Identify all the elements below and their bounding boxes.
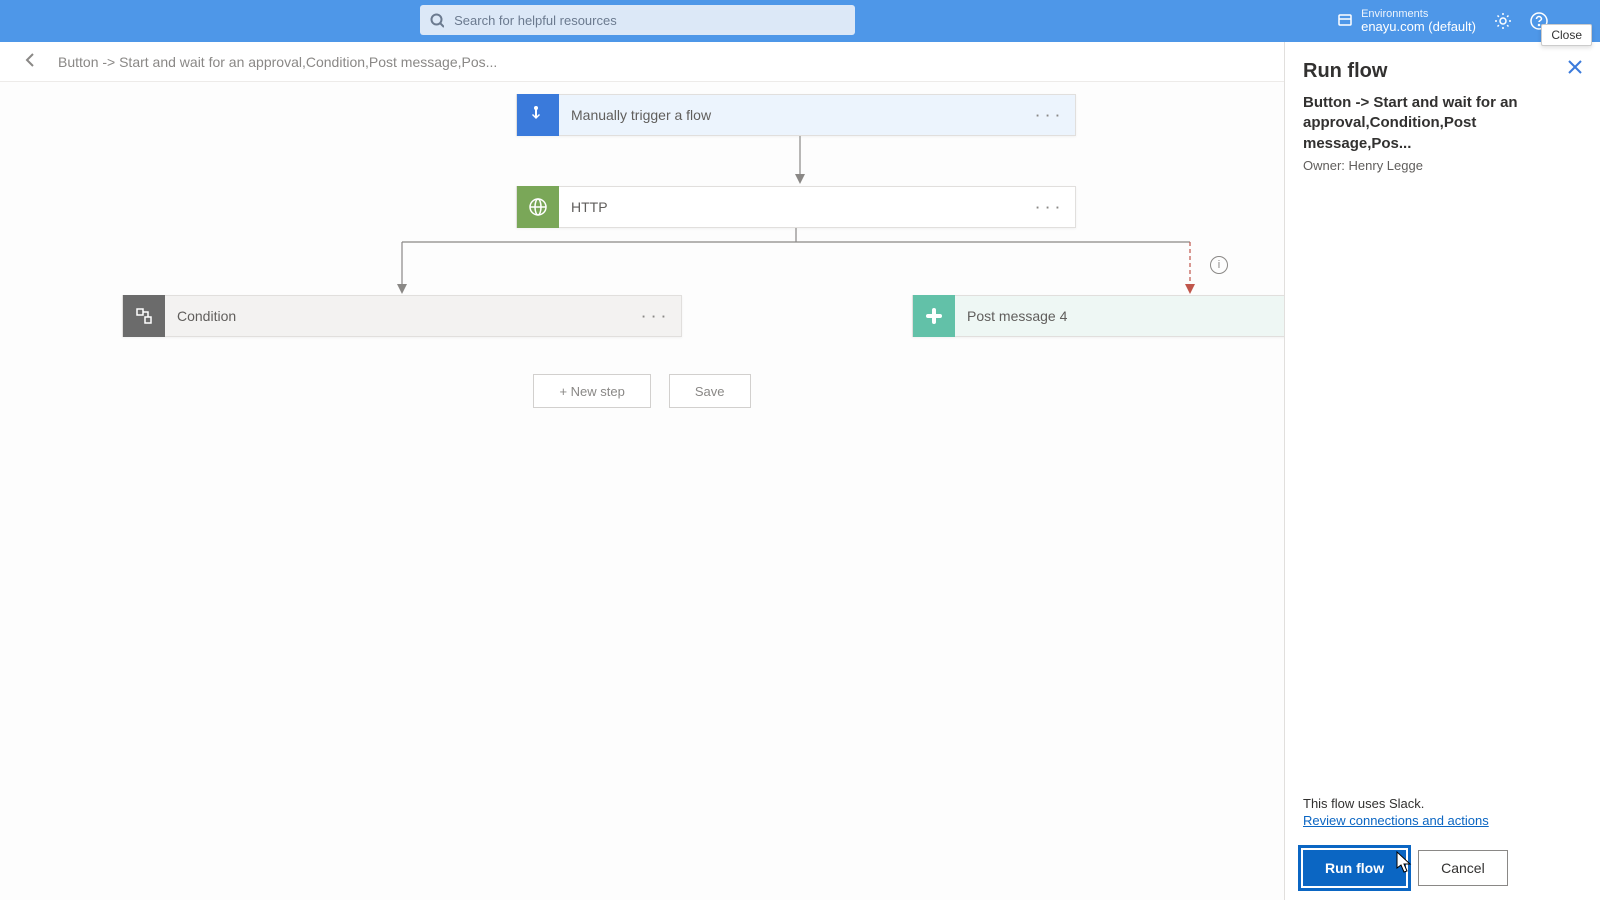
environment-value: enayu.com (default) bbox=[1361, 20, 1476, 34]
back-button[interactable] bbox=[22, 51, 40, 72]
run-flow-button[interactable]: Run flow bbox=[1303, 850, 1406, 886]
node-http-label: HTTP bbox=[559, 199, 1022, 215]
canvas-buttons: + New step Save bbox=[0, 374, 1284, 408]
environment-picker[interactable]: Environments enayu.com (default) bbox=[1337, 8, 1476, 34]
gear-icon[interactable] bbox=[1494, 12, 1512, 30]
search-icon bbox=[430, 13, 444, 28]
condition-icon bbox=[123, 295, 165, 337]
node-condition-label: Condition bbox=[165, 308, 628, 324]
panel-flow-name: Button -> Start and wait for an approval… bbox=[1303, 93, 1582, 154]
connector-branch bbox=[394, 228, 1214, 298]
node-trigger[interactable]: Manually trigger a flow · · · bbox=[516, 94, 1076, 136]
node-trigger-label: Manually trigger a flow bbox=[559, 107, 1022, 123]
cancel-button[interactable]: Cancel bbox=[1418, 850, 1508, 886]
panel-close-button[interactable] bbox=[1568, 60, 1582, 77]
connector-branch-fail bbox=[1182, 242, 1198, 297]
info-icon[interactable]: i bbox=[1210, 256, 1228, 274]
run-flow-panel: Run flow Button -> Start and wait for an… bbox=[1284, 42, 1600, 900]
node-condition[interactable]: Condition · · · bbox=[122, 295, 682, 337]
new-step-button[interactable]: + New step bbox=[533, 374, 650, 408]
node-post-label: Post message 4 bbox=[955, 308, 1331, 324]
flow-canvas: Manually trigger a flow · · · HTTP · · ·… bbox=[0, 82, 1284, 900]
slack-icon bbox=[913, 295, 955, 337]
review-connections-link[interactable]: Review connections and actions bbox=[1303, 813, 1582, 828]
node-post-message[interactable]: Post message 4 bbox=[912, 295, 1332, 337]
close-tooltip: Close bbox=[1541, 24, 1592, 46]
node-http-menu[interactable]: · · · bbox=[1022, 200, 1075, 215]
top-header: Environments enayu.com (default) Close bbox=[0, 0, 1600, 42]
button-trigger-icon bbox=[517, 94, 559, 136]
search-input[interactable] bbox=[454, 13, 845, 28]
search-box[interactable] bbox=[420, 5, 855, 35]
connector-1 bbox=[792, 136, 808, 186]
node-trigger-menu[interactable]: · · · bbox=[1022, 108, 1075, 123]
node-http[interactable]: HTTP · · · bbox=[516, 186, 1076, 228]
environment-icon bbox=[1337, 12, 1353, 31]
panel-title: Run flow bbox=[1303, 60, 1387, 83]
save-button[interactable]: Save bbox=[669, 374, 751, 408]
panel-note: This flow uses Slack. bbox=[1303, 796, 1582, 811]
breadcrumb-text: Button -> Start and wait for an approval… bbox=[58, 54, 497, 70]
panel-owner: Owner: Henry Legge bbox=[1303, 158, 1582, 173]
node-condition-menu[interactable]: · · · bbox=[628, 309, 681, 324]
environment-label: Environments bbox=[1361, 8, 1476, 20]
http-icon bbox=[517, 186, 559, 228]
